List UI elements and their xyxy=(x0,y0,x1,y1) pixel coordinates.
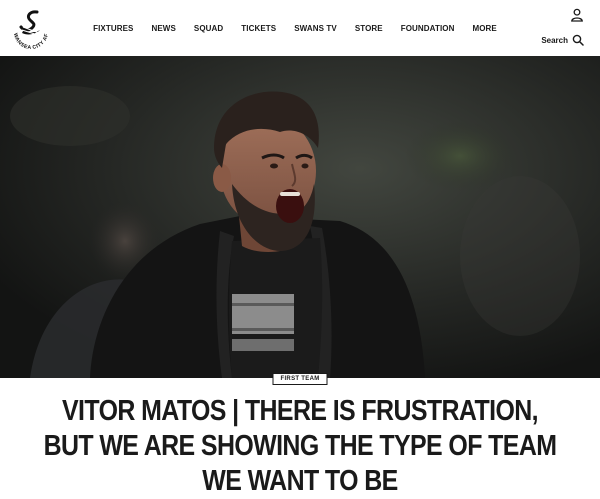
nav-item-news[interactable]: NEWS xyxy=(151,24,175,33)
nav-item-fixtures[interactable]: FIXTURES xyxy=(93,24,133,33)
nav-item-tickets[interactable]: TICKETS xyxy=(241,24,276,33)
search-button[interactable]: Search xyxy=(541,34,584,46)
article-headline[interactable]: VITOR MATOS | THERE IS FRUSTRATION, BUT … xyxy=(42,394,558,499)
nav-item-swans-tv[interactable]: SWANS TV xyxy=(294,24,337,33)
nav-item-squad[interactable]: SQUAD xyxy=(194,24,223,33)
hero-image[interactable] xyxy=(0,56,600,378)
nav-item-foundation[interactable]: FOUNDATION xyxy=(401,24,455,33)
nav-item-store[interactable]: STORE xyxy=(355,24,383,33)
search-label: Search xyxy=(541,35,568,45)
search-icon xyxy=(572,34,584,46)
main-nav: FIXTURES NEWS SQUAD TICKETS SWANS TV STO… xyxy=(0,0,600,56)
site-header: SWANSEA CITY AFC FIXTURES NEWS SQUAD TIC… xyxy=(0,0,600,56)
user-icon[interactable] xyxy=(570,8,584,22)
category-tag[interactable]: FIRST TEAM xyxy=(272,373,328,385)
nav-item-more[interactable]: MORE xyxy=(472,24,496,33)
